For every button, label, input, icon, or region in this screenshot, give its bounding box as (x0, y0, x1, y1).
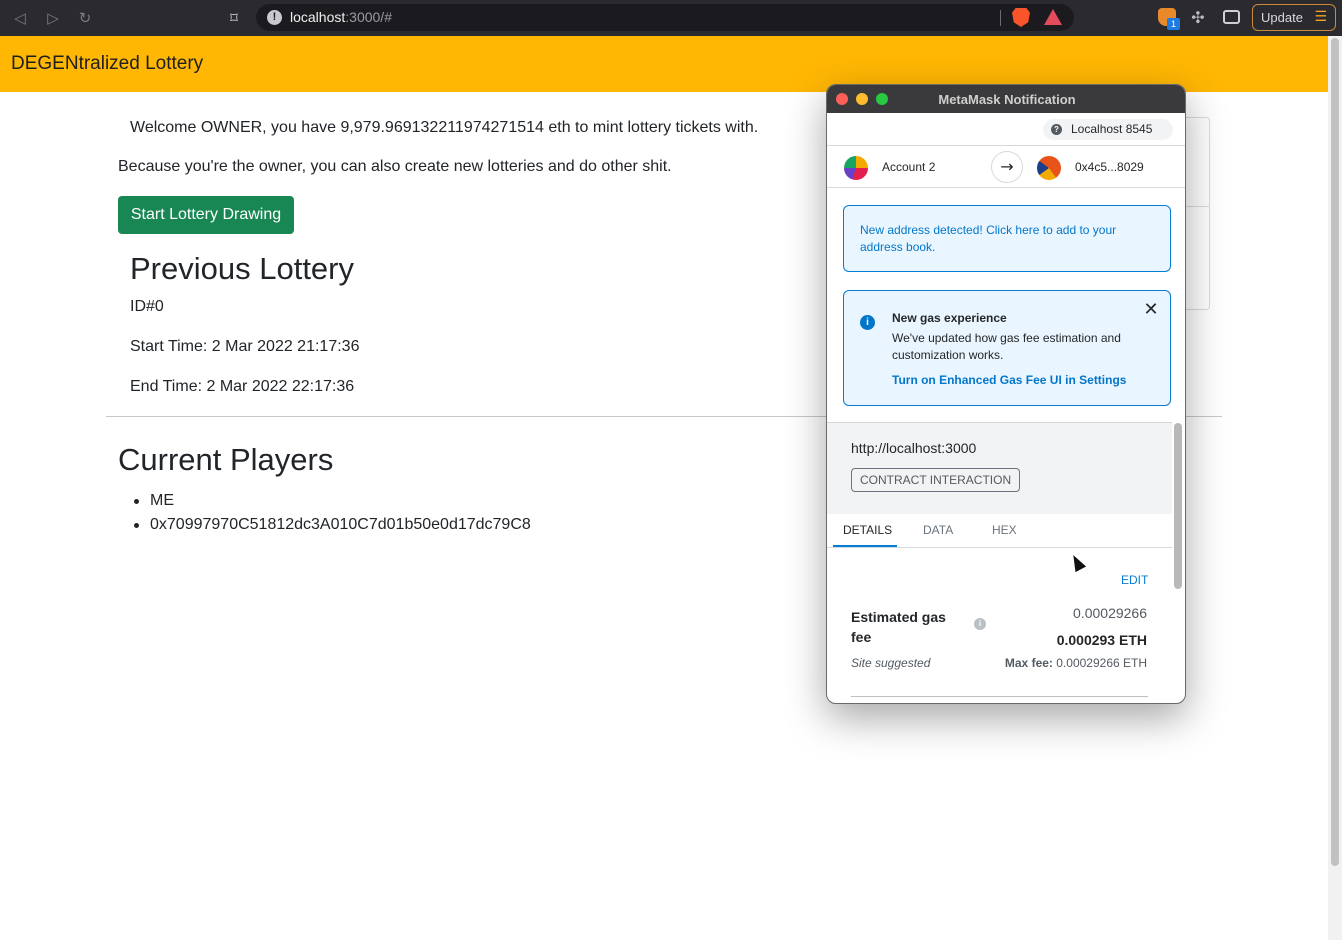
details-divider (851, 696, 1148, 697)
current-players-heading: Current Players (118, 442, 334, 477)
new-address-alert[interactable]: New address detected! Click here to add … (843, 205, 1171, 272)
back-icon[interactable]: ◁ (10, 8, 30, 28)
transaction-tabs: DETAILS DATA HEX (827, 514, 1172, 548)
menu-icon[interactable]: ☰ (1314, 5, 1327, 30)
tab-data[interactable]: DATA (923, 523, 953, 537)
wallet-icon[interactable] (1223, 10, 1240, 24)
recipient-address[interactable]: 0x4c5...8029 (1075, 160, 1144, 174)
network-selector[interactable]: ? Localhost 8545 (1043, 119, 1173, 140)
window-title: MetaMask Notification (938, 92, 1076, 107)
bookmark-icon[interactable]: ⌑ (226, 8, 242, 28)
sender-account-name[interactable]: Account 2 (882, 160, 935, 174)
arrow-right-icon: → (991, 151, 1023, 183)
list-item: ME (134, 489, 531, 513)
gas-experience-alert: i New gas experience We've updated how g… (843, 290, 1171, 406)
gas-info-icon[interactable]: i (974, 618, 986, 630)
extensions-puzzle-icon[interactable]: ✣ (1188, 8, 1208, 28)
metamask-notification-window: MetaMask Notification ? Localhost 8545 A… (826, 84, 1186, 704)
network-row: ? Localhost 8545 (827, 113, 1185, 146)
enhanced-gas-settings-link[interactable]: Turn on Enhanced Gas Fee UI in Settings (892, 373, 1126, 387)
brave-rewards-icon[interactable] (1044, 9, 1062, 25)
popup-scrollbar[interactable] (1174, 423, 1182, 589)
browser-toolbar: ◁ ▷ ↻ ⌑ ! localhost:3000/# 1 ✣ Update ☰ (0, 0, 1342, 36)
gas-alert-title: New gas experience (892, 311, 1007, 325)
tab-hex[interactable]: HEX (992, 523, 1017, 537)
start-lottery-button[interactable]: Start Lottery Drawing (118, 196, 294, 234)
active-tab-indicator (833, 545, 897, 547)
previous-lottery-id: ID#0 (130, 298, 164, 315)
sender-avatar (844, 156, 868, 180)
side-card (1182, 117, 1210, 310)
gas-fee-secondary: 0.00029266 (1073, 605, 1147, 621)
origin-url: http://localhost:3000 (851, 440, 977, 456)
info-icon: i (860, 315, 875, 330)
estimated-gas-fee-label: Estimated gas fee (851, 609, 946, 645)
welcome-message: Welcome OWNER, you have 9,979.9691322119… (130, 119, 759, 136)
extension-badge: 1 (1167, 18, 1180, 30)
origin-section: http://localhost:3000 CONTRACT INTERACTI… (827, 422, 1172, 514)
players-list: ME 0x70997970C51812dc3A010C7d01b50e0d17d… (134, 489, 531, 537)
help-icon: ? (1051, 124, 1062, 135)
address-bar[interactable]: ! localhost:3000/# (256, 4, 1074, 31)
url-text[interactable]: localhost:3000/# (290, 9, 392, 26)
gas-alert-body: We've updated how gas fee estimation and… (892, 331, 1121, 362)
owner-note: Because you're the owner, you can also c… (118, 158, 672, 175)
brave-shields-icon[interactable] (1012, 8, 1030, 27)
app-title[interactable]: DEGENtralized Lottery (11, 53, 203, 75)
side-card-divider (1182, 206, 1209, 207)
max-fee: Max fee: 0.00029266 ETH (1004, 656, 1147, 670)
site-info-icon[interactable]: ! (267, 10, 282, 25)
close-icon[interactable]: ✕ (1141, 299, 1161, 321)
tab-details[interactable]: DETAILS (843, 523, 892, 537)
reload-icon[interactable]: ↻ (75, 8, 95, 28)
contract-interaction-badge: CONTRACT INTERACTION (851, 468, 1021, 492)
update-button[interactable]: Update ☰ (1252, 4, 1336, 31)
edit-gas-button[interactable]: EDIT (1121, 573, 1148, 587)
page-scrollbar-thumb[interactable] (1331, 38, 1339, 866)
url-separator (1000, 10, 1001, 26)
list-item: 0x70997970C51812dc3A010C7d01b50e0d17dc79… (134, 513, 531, 537)
gas-fee-primary: 0.000293 ETH (1056, 632, 1147, 648)
previous-lottery-heading: Previous Lottery (130, 251, 354, 286)
previous-lottery-start-time: Start Time: 2 Mar 2022 21:17:36 (130, 338, 360, 355)
window-titlebar[interactable]: MetaMask Notification (827, 85, 1185, 113)
site-suggested-label: Site suggested (851, 656, 931, 670)
account-transfer-row: Account 2 → 0x4c5...8029 (827, 147, 1185, 188)
forward-icon[interactable]: ▷ (43, 8, 63, 28)
recipient-avatar (1037, 156, 1061, 180)
previous-lottery-end-time: End Time: 2 Mar 2022 22:17:36 (130, 378, 355, 395)
